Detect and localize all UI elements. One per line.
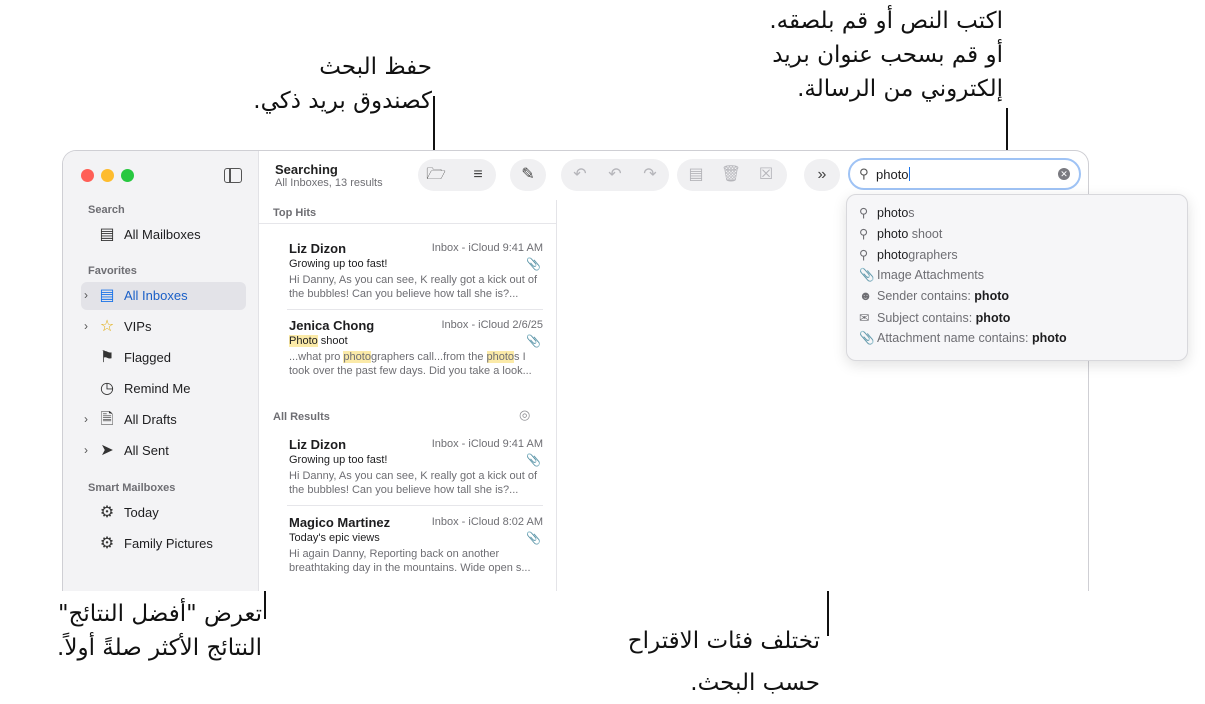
sidebar-item-all-sent[interactable]: › ➤ All Sent — [81, 437, 246, 465]
sidebar-item-remind-me[interactable]: ◷ Remind Me — [81, 375, 246, 403]
sidebar-section-favorites: Favorites — [88, 265, 137, 277]
minimize-window-button[interactable] — [101, 169, 114, 182]
zoom-window-button[interactable] — [121, 169, 134, 182]
paperclip-icon: 📎 — [859, 331, 875, 345]
suggestion-item[interactable]: ☻ Sender contains: photo — [859, 289, 1009, 303]
message-row-top-1[interactable]: Liz Dizon Inbox - iCloud 9:41 AM Growing… — [287, 241, 543, 307]
top-hits-header: Top Hits — [273, 207, 317, 219]
document-icon: 🗎 — [100, 411, 114, 428]
fingerprint-icon: ◎ — [519, 407, 531, 422]
reply-icon[interactable]: ↶ — [565, 159, 595, 191]
toolbar-title: Searching — [275, 162, 338, 177]
suggestion-item[interactable]: ✉ Subject contains: photo — [859, 310, 1010, 325]
suggestion-item[interactable]: ⚲ photos — [859, 205, 915, 220]
search-icon: ⚲ — [859, 248, 869, 262]
suggestion-item[interactable]: ⚲ photographers — [859, 247, 958, 262]
row-divider — [287, 309, 543, 310]
paperclip-icon: 📎 — [526, 531, 541, 545]
all-results-header: All Results — [273, 411, 330, 423]
more-icon[interactable]: » — [807, 159, 837, 191]
star-icon: ☆ — [99, 318, 115, 335]
text-caret — [908, 167, 910, 181]
message-preview: ...what pro photographers call...from th… — [289, 351, 532, 377]
toolbar-subtitle: All Inboxes, 13 results — [275, 177, 383, 189]
row-divider — [287, 505, 543, 506]
sidebar-section-search: Search — [88, 204, 125, 216]
paperclip-icon: 📎 — [526, 334, 541, 348]
search-input[interactable]: photo — [876, 167, 910, 182]
archive-icon[interactable]: ▤ — [681, 159, 711, 191]
sidebar-item-all-mailboxes[interactable]: ▤ All Mailboxes — [81, 221, 246, 249]
clock-icon: ◷ — [100, 380, 114, 397]
message-row-all-2[interactable]: Magico Martinez Inbox - iCloud 8:02 AM T… — [287, 515, 543, 581]
callout-save-search: حفظ البحث كصندوق بريد ذكي. — [253, 54, 432, 114]
paperclip-icon: 📎 — [859, 268, 875, 282]
sidebar-section-smart-mailboxes: Smart Mailboxes — [88, 482, 176, 494]
suggestion-item[interactable]: ⚲ photo shoot — [859, 226, 942, 241]
new-smart-mailbox-icon[interactable]: 🗁 — [421, 159, 451, 191]
sidebar-item-vips[interactable]: › ☆ VIPs — [81, 313, 246, 341]
flag-icon: ⚑ — [99, 349, 115, 366]
inbox-icon: ▤ — [99, 287, 115, 304]
chevron-right-icon[interactable]: › — [84, 319, 88, 333]
search-icon: ⚲ — [859, 227, 869, 241]
close-window-button[interactable] — [81, 169, 94, 182]
message-row-top-2[interactable]: Jenica Chong Inbox - iCloud 2/6/25 Photo… — [287, 318, 543, 384]
gear-icon: ⚙ — [99, 504, 115, 521]
message-row-all-1[interactable]: Liz Dizon Inbox - iCloud 9:41 AM Growing… — [287, 437, 543, 503]
sidebar-toggle-icon[interactable] — [224, 168, 242, 183]
clear-search-icon[interactable]: ✕ — [1058, 168, 1070, 180]
sidebar-item-all-drafts[interactable]: › 🗎 All Drafts — [81, 406, 246, 434]
sidebar-item-today[interactable]: ⚙ Today — [81, 499, 246, 527]
search-field[interactable]: ⚲ photo ✕ — [848, 158, 1081, 190]
callout-type-text: اكتب النص أو قم بلصقه. أو قم بسحب عنوان … — [769, 8, 1003, 102]
chevron-right-icon[interactable]: › — [84, 288, 88, 302]
gear-icon: ⚙ — [99, 535, 115, 552]
callout-suggestion-categories: تختلف فئات الاقتراح حسب البحث. — [627, 628, 820, 696]
junk-icon[interactable]: ☒ — [751, 159, 781, 191]
envelope-icon: ✉ — [859, 311, 870, 325]
sidebar-item-flagged[interactable]: ⚑ Flagged — [81, 344, 246, 372]
chevron-right-icon[interactable]: › — [84, 412, 88, 426]
forward-icon[interactable]: ↷ — [635, 159, 665, 191]
search-icon: ⚲ — [859, 166, 869, 181]
trash-icon[interactable]: 🗑 — [716, 159, 746, 191]
sidebar: Search ▤ All Mailboxes Favorites › ▤ All… — [63, 151, 259, 591]
callout-top-hits: تعرض "أفضل النتائج" النتائج الأكثر صلةً … — [57, 601, 262, 661]
person-circle-icon: ☻ — [859, 289, 873, 303]
search-icon: ⚲ — [859, 206, 869, 220]
tray-icon: ▤ — [99, 226, 115, 243]
chevron-right-icon[interactable]: › — [84, 443, 88, 457]
search-suggestions-menu: ⚲ photos ⚲ photo shoot ⚲ photographers 📎 Ima… — [846, 194, 1188, 361]
reply-all-icon[interactable]: ↶ — [600, 159, 630, 191]
paperclip-icon: 📎 — [526, 453, 541, 467]
compose-icon[interactable]: ✎ — [513, 159, 543, 191]
message-subject: Photo shoot — [289, 335, 348, 347]
suggestion-item[interactable]: 📎 Image Attachments — [859, 268, 984, 283]
sidebar-item-all-inboxes[interactable]: › ▤ All Inboxes — [81, 282, 246, 310]
filter-icon[interactable]: ≡ — [463, 159, 493, 191]
suggestion-item[interactable]: 📎 Attachment name contains: photo — [859, 331, 1067, 346]
list-divider — [259, 223, 556, 224]
paperclip-icon: 📎 — [526, 257, 541, 271]
paper-plane-icon: ➤ — [100, 442, 114, 459]
sidebar-item-family-pictures[interactable]: ⚙ Family Pictures — [81, 530, 246, 558]
